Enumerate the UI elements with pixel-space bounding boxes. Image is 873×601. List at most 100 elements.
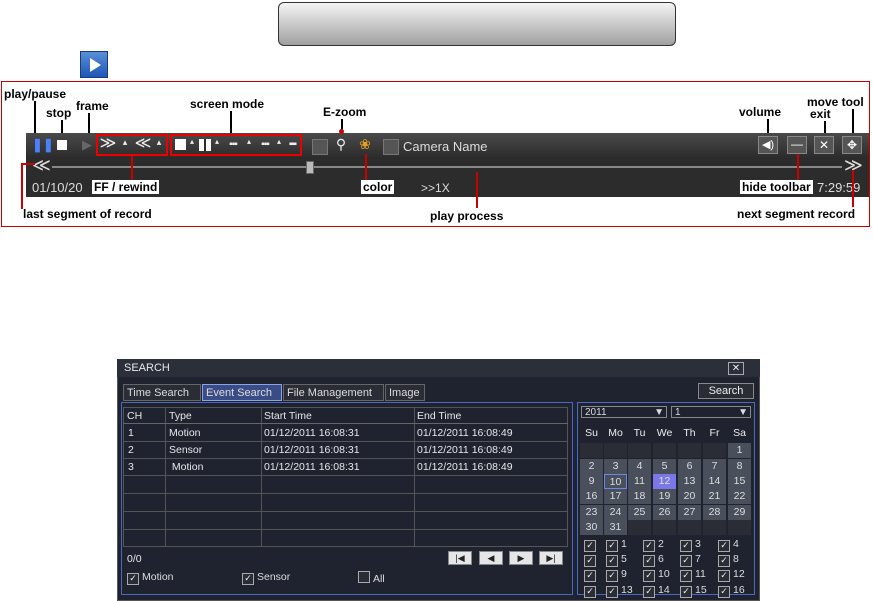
calendar-day[interactable]: 10 [604, 474, 627, 489]
rewind-dropdown-icon[interactable]: ▴ [154, 134, 164, 150]
color-palette-icon[interactable]: ❀ [356, 136, 374, 152]
fast-forward-icon[interactable]: ≫ [99, 136, 117, 152]
calendar-day[interactable]: 15 [728, 474, 751, 489]
calendar-day[interactable]: 27 [678, 505, 701, 520]
calendar-day[interactable]: 22 [728, 489, 751, 504]
calendar-day[interactable]: 31 [604, 520, 627, 535]
zoom-icon[interactable]: ⚲ [333, 136, 349, 152]
calendar-day[interactable]: 4 [628, 459, 651, 474]
nine-screen-icon[interactable]: ▪▪▪ [223, 137, 243, 153]
chevron-down-icon[interactable]: ▼ [654, 407, 664, 418]
row-select-checkbox[interactable]: ✓ [584, 555, 596, 567]
tab-event-search[interactable]: Event Search [202, 384, 282, 401]
table-cell-type[interactable]: Motion [169, 427, 201, 439]
filter-motion[interactable]: ✓ Motion [127, 571, 174, 585]
calendar-day[interactable]: 2 [580, 459, 603, 474]
calendar-day[interactable]: 9 [580, 474, 603, 489]
checkbox-checked-icon[interactable]: ✓ [680, 555, 692, 567]
last-page-button[interactable]: ▶| [539, 551, 563, 565]
chevron-up-icon[interactable]: ▴ [188, 134, 196, 150]
checkbox-checked-icon[interactable]: ✓ [606, 570, 618, 582]
row-select-checkbox[interactable]: ✓ [584, 570, 596, 582]
filter-sensor[interactable]: ✓ Sensor [242, 571, 290, 585]
table-cell-ch[interactable]: 3 [128, 461, 134, 473]
checkbox-checked-icon[interactable]: ✓ [680, 540, 692, 552]
calendar-day[interactable]: 3 [604, 459, 627, 474]
calendar-day[interactable]: 16 [580, 489, 603, 504]
table-cell-type[interactable]: Motion [169, 461, 204, 473]
year-select[interactable]: 2011 ▼ [581, 406, 667, 418]
checkbox-checked-icon[interactable]: ✓ [606, 586, 618, 598]
sixteen-screen-icon[interactable]: ▪▪▪ [255, 137, 275, 153]
frame-icon[interactable]: ▶ [80, 137, 94, 153]
checkbox-checked-icon[interactable]: ✓ [242, 573, 254, 585]
channel-checkbox[interactable]: ✓ 13 [606, 584, 633, 598]
calendar-day[interactable]: 14 [703, 474, 726, 489]
previous-page-button[interactable]: ◀ [479, 551, 503, 565]
channel-checkbox[interactable]: ✓ 2 [643, 538, 664, 552]
calendar-day[interactable]: 29 [728, 505, 751, 520]
calendar-day[interactable]: 28 [703, 505, 726, 520]
chevron-up-icon[interactable]: ▴ [213, 134, 221, 150]
channel-checkbox[interactable]: ✓ 5 [606, 553, 627, 567]
checkbox[interactable] [312, 139, 328, 155]
calendar-day[interactable]: 1 [728, 443, 751, 458]
calendar-day[interactable]: 21 [703, 489, 726, 504]
channel-checkbox[interactable]: ✓ 7 [680, 553, 701, 567]
calendar-day[interactable]: 18 [628, 489, 651, 504]
table-cell-start[interactable]: 01/12/2011 16:08:31 [264, 427, 360, 439]
tab-file-management[interactable]: File Management [283, 384, 384, 401]
checkbox-checked-icon[interactable]: ✓ [606, 540, 618, 552]
pause-icon[interactable]: ❚❚ [32, 137, 54, 153]
single-screen-icon[interactable] [175, 139, 186, 150]
calendar-day[interactable]: 17 [604, 489, 627, 504]
rewind-icon[interactable]: ≪ [134, 136, 152, 152]
hide-toolbar-icon[interactable]: — [787, 136, 807, 154]
tab-time-search[interactable]: Time Search [123, 384, 201, 401]
play-icon[interactable] [80, 51, 108, 78]
channel-checkbox[interactable]: ✓ 14 [643, 584, 670, 598]
checkbox-checked-icon[interactable]: ✓ [718, 540, 730, 552]
channel-checkbox[interactable]: ✓ 11 [680, 568, 706, 582]
calendar-day[interactable]: 6 [678, 459, 701, 474]
checkbox-checked-icon[interactable]: ✓ [606, 555, 618, 567]
chevron-down-icon[interactable]: ▼ [738, 407, 748, 418]
checkbox-checked-icon[interactable]: ✓ [643, 555, 655, 567]
channel-checkbox[interactable]: ✓ 3 [680, 538, 701, 552]
row-select-checkbox[interactable]: ✓ [584, 540, 596, 552]
table-cell-end[interactable]: 01/12/2011 16:08:49 [417, 427, 513, 439]
channel-checkbox[interactable]: ✓ 12 [718, 568, 745, 582]
calendar-day[interactable]: 23 [580, 505, 603, 520]
calendar-day[interactable]: 20 [678, 489, 701, 504]
checkbox-checked-icon[interactable]: ✓ [718, 570, 730, 582]
close-icon[interactable]: ✕ [814, 136, 834, 154]
channel-checkbox[interactable]: ✓ 4 [718, 538, 739, 552]
table-cell-end[interactable]: 01/12/2011 16:08:49 [417, 461, 513, 473]
volume-icon[interactable]: ◀) [758, 136, 778, 154]
ff-dropdown-icon[interactable]: ▴ [120, 134, 130, 150]
multi-screen-icon[interactable]: ▪▪▪▪ [283, 137, 301, 153]
table-cell-ch[interactable]: 1 [128, 427, 134, 439]
filter-all[interactable]: All [358, 571, 385, 585]
checkbox-checked-icon[interactable]: ✓ [680, 570, 692, 582]
move-icon[interactable]: ✥ [842, 136, 862, 154]
chevron-up-icon[interactable]: ▴ [245, 134, 253, 150]
search-button[interactable]: Search [698, 383, 754, 399]
channel-checkbox[interactable]: ✓ 16 [718, 584, 745, 598]
calendar-day[interactable]: 12 [653, 474, 676, 489]
close-button[interactable]: ✕ [728, 362, 744, 375]
stop-icon[interactable] [57, 140, 67, 150]
checkbox-checked-icon[interactable]: ✓ [680, 586, 692, 598]
checkbox-checked-icon[interactable]: ✓ [643, 586, 655, 598]
calendar-day[interactable]: 19 [653, 489, 676, 504]
calendar-day[interactable]: 13 [678, 474, 701, 489]
next-page-button[interactable]: ▶ [509, 551, 533, 565]
channel-checkbox[interactable]: ✓ 15 [680, 584, 707, 598]
first-page-button[interactable]: |◀ [448, 551, 472, 565]
camera-name-checkbox[interactable] [383, 139, 399, 155]
month-select[interactable]: 1 ▼ [671, 406, 751, 418]
channel-checkbox[interactable]: ✓ 6 [643, 553, 664, 567]
table-cell-end[interactable]: 01/12/2011 16:08:49 [417, 444, 513, 456]
table-cell-ch[interactable]: 2 [128, 444, 134, 456]
checkbox-checked-icon[interactable]: ✓ [643, 540, 655, 552]
